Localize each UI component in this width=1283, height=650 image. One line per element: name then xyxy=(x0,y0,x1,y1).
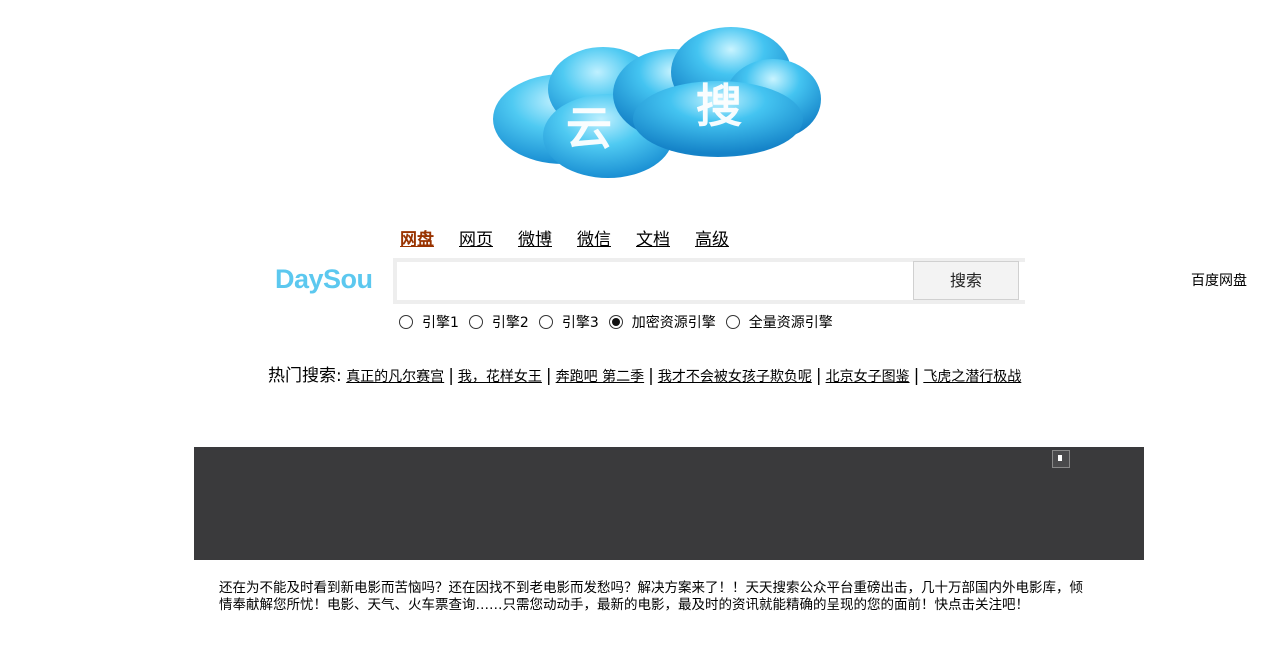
source-select[interactable]: 百度网盘 ▼ xyxy=(787,262,1283,300)
tab-2[interactable]: 微博 xyxy=(518,228,552,254)
engine-radio[interactable] xyxy=(468,315,483,329)
engine-radio[interactable] xyxy=(608,315,623,329)
search-bar: 百度网盘 ▼ 搜索 xyxy=(393,258,1283,304)
hot-search-link[interactable]: 奔跑吧 第二季 xyxy=(556,369,644,385)
tab-5[interactable]: 高级 xyxy=(695,228,729,254)
brand-logo-text[interactable]: DaySou xyxy=(275,262,385,296)
logo-char-right: 搜 xyxy=(696,79,742,133)
hot-separator: | xyxy=(815,366,822,386)
hot-search-link[interactable]: 我才不会被女孩子欺负呢 xyxy=(658,369,812,385)
banner-area xyxy=(194,447,1144,560)
tab-0[interactable]: 网盘 xyxy=(400,228,434,254)
yunsou-cloud-logo: 云 搜 xyxy=(493,27,821,178)
engine-label: 加密资源引擎 xyxy=(631,315,716,331)
engine-label: 引擎2 xyxy=(491,315,529,331)
engine-option-4[interactable]: 加密资源引擎 xyxy=(608,312,716,332)
search-type-tabs: 网盘 网页 微博 微信 文档 高级 xyxy=(400,228,754,254)
tab-1[interactable]: 网页 xyxy=(459,228,493,254)
ad-info-icon[interactable] xyxy=(1052,450,1070,468)
hot-separator: | xyxy=(545,366,552,386)
hot-search-link[interactable]: 北京女子图鉴 xyxy=(826,369,910,385)
logo-char-left: 云 xyxy=(566,101,612,155)
engine-option-1[interactable]: 引擎1 xyxy=(399,312,459,332)
engine-option-5[interactable]: 全量资源引擎 xyxy=(725,312,833,332)
hot-search-link[interactable]: 飞虎之潜行极战 xyxy=(923,369,1021,385)
hot-separator: | xyxy=(448,366,454,386)
hot-searches: 热门搜索: 真正的凡尔赛宫 | 我，花样女王 | 奔跑吧 第二季 | 我才不会被女孩子欺负呢… xyxy=(268,357,1028,397)
engine-label: 引擎1 xyxy=(422,315,459,331)
engine-label: 全量资源引擎 xyxy=(748,315,833,331)
hot-searches-label: 热门搜索: xyxy=(268,366,342,386)
engine-option-2[interactable]: 引擎2 xyxy=(468,312,529,332)
hot-search-link[interactable]: 真正的凡尔赛宫 xyxy=(346,369,444,385)
engine-radio[interactable] xyxy=(725,315,740,329)
search-input[interactable] xyxy=(397,262,787,300)
engine-radio[interactable] xyxy=(538,315,553,329)
engine-label: 引擎3 xyxy=(561,315,599,331)
engine-option-3[interactable]: 引擎3 xyxy=(538,312,599,332)
tab-3[interactable]: 微信 xyxy=(577,228,611,254)
promo-description: 还在为不能及时看到新电影而苦恼吗？还在因找不到老电影而发愁吗？解决方案来了！！天… xyxy=(219,580,1083,613)
hot-separator: | xyxy=(913,366,920,386)
hot-separator: | xyxy=(648,366,654,386)
search-button[interactable]: 搜索 xyxy=(913,261,1019,300)
hot-search-link[interactable]: 我，花样女王 xyxy=(458,369,542,385)
source-select-value: 百度网盘 xyxy=(1191,273,1247,289)
tab-4[interactable]: 文档 xyxy=(636,228,670,254)
engine-radio-group: 引擎1 引擎2 引擎3 加密资源引擎 全量资源引擎 xyxy=(399,311,843,333)
engine-radio[interactable] xyxy=(399,315,413,329)
